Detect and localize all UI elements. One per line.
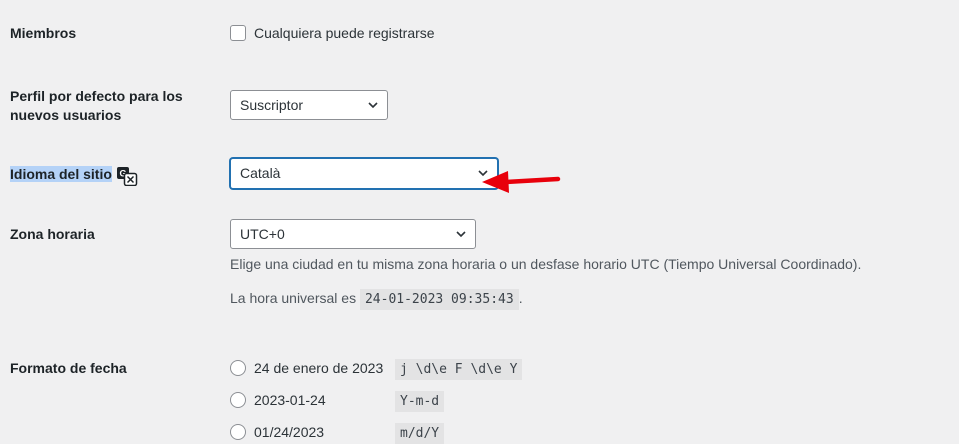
- date-format-radio-3[interactable]: [230, 424, 246, 440]
- anyone-can-register-checkbox[interactable]: [230, 25, 246, 41]
- site-language-select-value: Català: [240, 165, 281, 181]
- date-format-radio-2[interactable]: [230, 392, 246, 408]
- chevron-down-icon: [368, 102, 378, 109]
- universal-time-suffix: .: [518, 290, 523, 306]
- translate-icon: G: [117, 167, 138, 186]
- date-format-option-2-code-text: Y-m-d: [395, 391, 445, 412]
- default-role-label-line2: nuevos usuarios: [10, 107, 122, 123]
- site-language-label-text: Idioma del sitio: [10, 166, 112, 182]
- site-language-select[interactable]: Català: [230, 158, 498, 189]
- date-format-option-3-label[interactable]: 01/24/2023: [254, 424, 324, 441]
- universal-time-prefix: La hora universal es: [230, 290, 357, 306]
- default-role-select[interactable]: Suscriptor: [230, 90, 388, 120]
- anyone-can-register-label[interactable]: Cualquiera puede registrarse: [254, 25, 435, 42]
- default-role-select-value: Suscriptor: [240, 97, 304, 113]
- universal-time: La hora universal es 24-01-2023 09:35:43…: [230, 289, 523, 310]
- timezone-select-value: UTC+0: [240, 226, 285, 242]
- membership-label: Miembros: [10, 25, 77, 41]
- date-format-option-1-code-text: j \d\e F \d\e Y: [395, 359, 523, 380]
- date-format-label: Formato de fecha: [10, 360, 127, 376]
- date-format-option-3-code-text: m/d/Y: [395, 423, 445, 444]
- date-format-option-3-code: m/d/Y: [395, 423, 445, 444]
- default-role-label: Perfil por defecto para los nuevos usuar…: [10, 87, 183, 125]
- site-language-label: Idioma del sitio: [10, 165, 112, 184]
- timezone-select[interactable]: UTC+0: [230, 219, 476, 249]
- timezone-description: Elige una ciudad en tu misma zona horari…: [230, 256, 862, 272]
- date-format-option-2-code: Y-m-d: [395, 391, 445, 412]
- date-format-option-2-label[interactable]: 2023-01-24: [254, 392, 326, 409]
- date-format-option-1-label[interactable]: 24 de enero de 2023: [254, 360, 383, 377]
- universal-time-value: 24-01-2023 09:35:43: [359, 289, 519, 310]
- timezone-label: Zona horaria: [10, 226, 95, 242]
- chevron-down-icon: [456, 231, 466, 238]
- default-role-label-line1: Perfil por defecto para los: [10, 88, 183, 104]
- date-format-option-1-code: j \d\e F \d\e Y: [395, 359, 523, 380]
- date-format-radio-1[interactable]: [230, 360, 246, 376]
- red-arrow-annotation: [482, 171, 561, 193]
